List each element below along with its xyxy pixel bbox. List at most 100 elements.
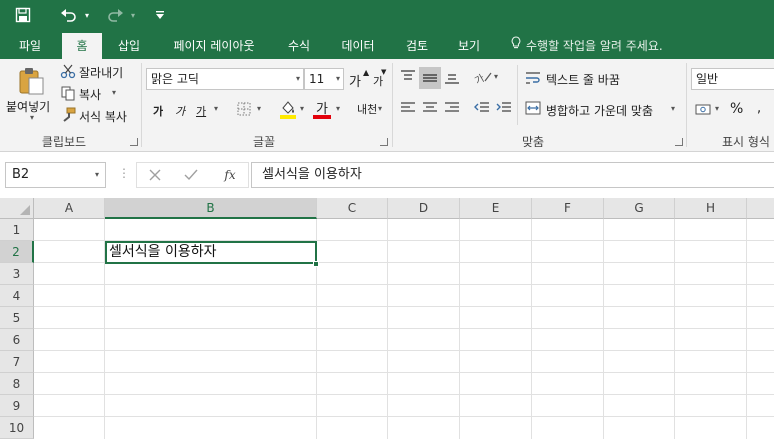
middle-align-icon[interactable]	[419, 67, 441, 89]
column-header-h[interactable]: H	[675, 198, 747, 219]
column-header-partial[interactable]	[747, 198, 774, 219]
wrap-text-button[interactable]: 텍스트 줄 바꿈	[546, 71, 620, 88]
increase-font-button[interactable]: 가	[349, 71, 361, 90]
gridline	[34, 372, 774, 373]
column-header-c[interactable]: C	[317, 198, 388, 219]
row-header-1[interactable]: 1	[0, 219, 34, 241]
column-header-e[interactable]: E	[460, 198, 532, 219]
tab-data[interactable]: 데이터	[330, 33, 386, 59]
clipboard-launcher-icon[interactable]	[130, 138, 138, 146]
italic-button[interactable]: 가	[175, 103, 185, 119]
alignment-launcher-icon[interactable]	[675, 138, 683, 146]
gridline	[34, 284, 774, 285]
font-launcher-icon[interactable]	[380, 138, 388, 146]
row-header-10[interactable]: 10	[0, 417, 34, 439]
title-bar: ▾ ▾	[0, 0, 774, 30]
underline-button[interactable]: 가	[196, 103, 206, 119]
ribbon-home: 붙여넣기 ▾ 잘라내기 복사 ▾ 서식 복사 클립보드 맑은 고딕 ▾ 11 ▾…	[0, 59, 774, 152]
column-header-b[interactable]: B	[105, 198, 317, 219]
lightbulb-icon	[510, 33, 522, 59]
format-painter-button[interactable]: 서식 복사	[79, 108, 127, 125]
customize-icon[interactable]	[154, 6, 166, 24]
save-icon[interactable]	[14, 6, 32, 24]
orientation-icon[interactable]: 가	[472, 67, 494, 87]
align-center-icon[interactable]	[420, 99, 440, 117]
row-header-2[interactable]: 2	[0, 241, 34, 263]
active-cell-b2[interactable]: 셀서식을 이용하자	[105, 241, 317, 264]
gridline	[459, 219, 460, 439]
tab-home[interactable]: 홈	[62, 33, 102, 59]
increase-indent-icon[interactable]	[494, 99, 514, 117]
tab-formulas[interactable]: 수식	[278, 33, 320, 59]
bottom-align-icon[interactable]	[442, 67, 462, 89]
cut-button[interactable]: 잘라내기	[79, 64, 123, 81]
align-right-icon[interactable]	[442, 99, 462, 117]
merge-center-button[interactable]: 병합하고 가운데 맞춤	[546, 102, 653, 119]
select-all-button[interactable]	[0, 198, 34, 219]
tab-file[interactable]: 파일	[8, 33, 52, 59]
paste-icon[interactable]	[16, 65, 46, 97]
font-color-swatch	[313, 115, 331, 119]
font-size-combo[interactable]: 11 ▾	[304, 68, 344, 90]
font-color-dropdown-icon[interactable]: ▾	[336, 104, 340, 113]
name-box[interactable]: B2 ▾	[5, 162, 106, 188]
undo-dropdown-icon[interactable]: ▾	[82, 6, 92, 24]
bold-button[interactable]: 가	[153, 103, 163, 119]
font-name-combo[interactable]: 맑은 고딕 ▾	[146, 68, 304, 90]
fill-color-dropdown-icon[interactable]: ▾	[300, 104, 304, 113]
tab-page-layout[interactable]: 페이지 레이아웃	[160, 33, 268, 59]
row-header-7[interactable]: 7	[0, 351, 34, 373]
format-painter-icon[interactable]	[60, 107, 76, 123]
row-header-8[interactable]: 8	[0, 373, 34, 395]
gridline	[387, 219, 388, 439]
copy-button[interactable]: 복사	[79, 86, 101, 103]
formula-input[interactable]: 셀서식을 이용하자	[251, 162, 774, 188]
decrease-indent-icon[interactable]	[472, 99, 492, 117]
column-header-a[interactable]: A	[34, 198, 105, 219]
paste-button[interactable]: 붙여넣기	[6, 98, 50, 115]
phonetic-dropdown-icon[interactable]: ▾	[378, 104, 382, 113]
top-align-icon[interactable]	[398, 67, 418, 85]
fill-color-icon[interactable]	[279, 99, 297, 119]
tab-insert[interactable]: 삽입	[108, 33, 150, 59]
formula-buttons: fx	[136, 162, 249, 188]
row-header-4[interactable]: 4	[0, 285, 34, 307]
row-header-5[interactable]: 5	[0, 307, 34, 329]
copy-dropdown-icon[interactable]: ▾	[112, 88, 116, 97]
align-left-icon[interactable]	[398, 99, 418, 117]
wrap-text-icon[interactable]	[524, 69, 542, 87]
alignment-group-label: 맞춤	[521, 135, 545, 149]
accounting-format-icon[interactable]	[694, 101, 714, 117]
tell-me-box[interactable]: 수행할 작업을 알려 주세요.	[510, 33, 663, 59]
orientation-dropdown-icon[interactable]: ▾	[494, 72, 498, 81]
percent-button[interactable]: %	[730, 101, 743, 117]
merge-center-icon[interactable]	[524, 99, 542, 117]
enter-icon[interactable]	[183, 166, 199, 184]
row-header-3[interactable]: 3	[0, 263, 34, 285]
row-header-9[interactable]: 9	[0, 395, 34, 417]
column-header-d[interactable]: D	[388, 198, 460, 219]
cancel-icon[interactable]	[147, 166, 163, 184]
column-header-g[interactable]: G	[604, 198, 675, 219]
phonetic-button[interactable]: 내천	[357, 101, 377, 117]
row-header-6[interactable]: 6	[0, 329, 34, 351]
accounting-dropdown-icon[interactable]: ▾	[715, 104, 719, 113]
undo-icon[interactable]	[58, 6, 80, 24]
merge-dropdown-icon[interactable]: ▾	[671, 104, 675, 113]
column-header-f[interactable]: F	[532, 198, 604, 219]
font-size-value: 11	[309, 72, 325, 86]
fill-handle[interactable]	[313, 261, 319, 267]
borders-icon[interactable]	[236, 101, 252, 117]
insert-function-icon[interactable]: fx	[219, 166, 241, 184]
number-format-combo[interactable]: 일반	[691, 68, 774, 90]
gridline	[531, 219, 532, 439]
paste-dropdown-icon[interactable]: ▾	[30, 113, 34, 122]
copy-icon[interactable]	[60, 85, 76, 101]
borders-dropdown-icon[interactable]: ▾	[257, 104, 261, 113]
comma-style-icon[interactable]: ,	[757, 101, 761, 116]
cut-icon[interactable]	[60, 63, 76, 79]
cell-area[interactable]: 셀서식을 이용하자	[34, 219, 774, 439]
tab-view[interactable]: 보기	[448, 33, 490, 59]
tab-review[interactable]: 검토	[396, 33, 438, 59]
underline-dropdown-icon[interactable]: ▾	[214, 104, 218, 113]
